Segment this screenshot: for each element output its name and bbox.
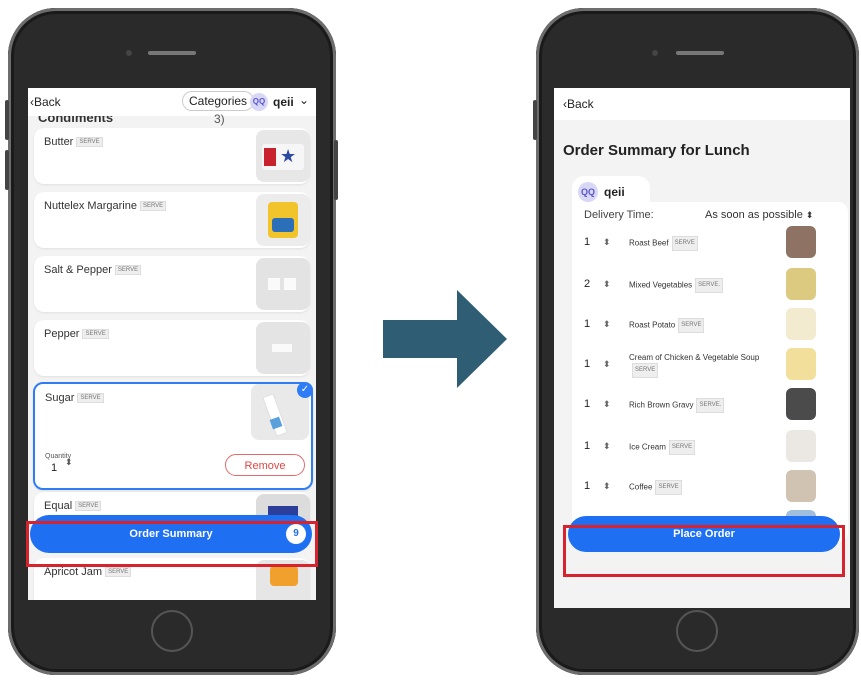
serve-tag: SERVE <box>77 393 104 404</box>
item-name: Mixed Vegetables SERVE. <box>629 278 779 293</box>
list-item[interactable]: Nuttelex Margarine SERVE <box>34 192 310 248</box>
item-image: ★ <box>256 130 310 182</box>
item-name: Pepper <box>44 328 80 340</box>
order-row: 1 ⬍ Rich Brown Gravy SERVE. <box>572 386 848 426</box>
avatar[interactable]: QQ <box>250 93 268 111</box>
serve-tag: SERVE. <box>695 278 724 293</box>
item-name: Sugar <box>45 392 75 404</box>
item-image <box>786 226 816 258</box>
item-name: Coffee SERVE <box>629 480 779 495</box>
stepper-arrows-icon[interactable]: ⬍ <box>603 481 611 492</box>
stepper-arrows-icon: ⬍ <box>805 210 814 220</box>
serve-tag: SERVE <box>139 201 167 212</box>
item-name: Rich Brown Gravy SERVE. <box>629 398 779 413</box>
quantity-stepper[interactable]: 1 <box>584 236 590 248</box>
list-item-selected[interactable]: Sugar SERVE ✓ Quantity 1 ⬍ Remove <box>33 382 313 490</box>
item-name: Cream of Chicken & Vegetable SoupSERVE <box>629 352 779 378</box>
order-row: 1 ⬍ Roast Beef SERVE <box>572 224 848 264</box>
list-item[interactable]: Butter SERVE ★ <box>34 128 310 184</box>
section-count: 3) <box>214 112 225 126</box>
order-row: 2 ⬍ Mixed Vegetables SERVE. <box>572 266 848 306</box>
order-row: 1 ⬍ Cream of Chicken & Vegetable SoupSERVE <box>572 346 848 386</box>
chevron-down-icon[interactable]: ⌄ <box>299 93 309 107</box>
serve-tag: SERVE <box>76 137 103 148</box>
quantity-stepper[interactable]: 1 <box>584 398 590 410</box>
stepper-arrows-icon[interactable]: ⬍ <box>603 399 611 410</box>
stepper-arrows-icon[interactable]: ⬍ <box>603 237 611 248</box>
item-image <box>786 470 816 502</box>
item-name: Roast Beef SERVE <box>629 236 779 251</box>
side-button <box>5 150 9 190</box>
remove-button[interactable]: Remove <box>225 454 305 476</box>
list-item[interactable]: Salt & Pepper SERVE <box>34 256 310 312</box>
item-image <box>786 268 816 300</box>
top-bar: ‹Back Categories QQ qeii ⌄ <box>28 88 316 116</box>
check-icon: ✓ <box>297 382 313 398</box>
home-button[interactable] <box>676 610 718 652</box>
item-name: Roast Potato SERVE <box>629 318 779 333</box>
item-image <box>786 348 816 380</box>
item-name: Apricot Jam <box>44 566 103 578</box>
list-item[interactable]: Pepper SERVE <box>34 320 310 376</box>
item-name: Equal <box>44 500 73 512</box>
stepper-arrows-icon[interactable]: ⬍ <box>603 319 611 330</box>
quantity-stepper[interactable]: 1 <box>584 480 590 492</box>
item-name: Salt & Pepper <box>44 264 112 276</box>
serve-tag: SERVE <box>105 567 132 578</box>
serve-tag: SERVE <box>655 480 682 495</box>
serve-tag: SERVE <box>678 318 705 333</box>
item-name: Butter <box>44 136 74 148</box>
side-button <box>334 140 338 200</box>
item-name: Ice Cream SERVE <box>629 440 779 455</box>
stepper-arrows-icon[interactable]: ⬍ <box>65 457 73 468</box>
item-image <box>256 322 310 374</box>
item-image <box>786 308 816 340</box>
item-image <box>786 430 816 462</box>
highlight-box <box>26 521 318 567</box>
page-title: Order Summary for Lunch <box>563 142 750 159</box>
quantity-stepper[interactable]: 1 <box>584 318 590 330</box>
stepper-arrows-icon[interactable]: ⬍ <box>603 359 611 370</box>
item-image <box>786 388 816 420</box>
serve-tag: SERVE <box>671 236 698 251</box>
serve-tag: SERVE <box>114 265 142 276</box>
serve-tag: SERVE <box>668 440 696 455</box>
highlight-box <box>563 525 845 577</box>
camera-icon <box>652 50 658 56</box>
serve-tag: SERVE. <box>696 398 725 413</box>
delivery-time-select[interactable]: As soon as possible ⬍ <box>705 209 813 221</box>
top-bar: ‹Back <box>554 88 850 120</box>
stepper-arrows-icon[interactable]: ⬍ <box>603 279 611 290</box>
serve-tag: SERVE <box>632 363 659 378</box>
item-image <box>256 194 310 246</box>
delivery-time-label: Delivery Time: <box>584 209 654 221</box>
item-name: Nuttelex Margarine <box>44 200 137 212</box>
quantity-stepper[interactable]: 1 <box>51 462 57 474</box>
quantity-stepper[interactable]: 1 <box>584 440 590 452</box>
arrow-right-icon <box>383 290 507 388</box>
order-row: 1 ⬍ Coffee SERVE <box>572 468 848 508</box>
user-name[interactable]: qeii <box>273 95 294 109</box>
user-name: qeii <box>604 185 625 199</box>
back-button[interactable]: ‹Back <box>563 97 594 111</box>
order-row: 1 ⬍ Roast Potato SERVE <box>572 306 848 346</box>
quantity-stepper[interactable]: 1 <box>584 358 590 370</box>
stepper-arrows-icon[interactable]: ⬍ <box>603 441 611 452</box>
home-button[interactable] <box>151 610 193 652</box>
serve-tag: SERVE <box>75 501 102 512</box>
order-row: 1 ⬍ Ice Cream SERVE <box>572 428 848 468</box>
camera-icon <box>126 50 132 56</box>
serve-tag: SERVE <box>82 329 109 340</box>
back-button[interactable]: ‹Back <box>30 95 61 109</box>
speaker-icon <box>676 51 724 55</box>
side-button <box>5 100 9 140</box>
categories-button[interactable]: Categories <box>182 91 255 111</box>
quantity-stepper[interactable]: 2 <box>584 278 590 290</box>
item-image <box>256 258 310 310</box>
side-button <box>533 100 537 140</box>
speaker-icon <box>148 51 196 55</box>
avatar: QQ <box>578 182 598 202</box>
